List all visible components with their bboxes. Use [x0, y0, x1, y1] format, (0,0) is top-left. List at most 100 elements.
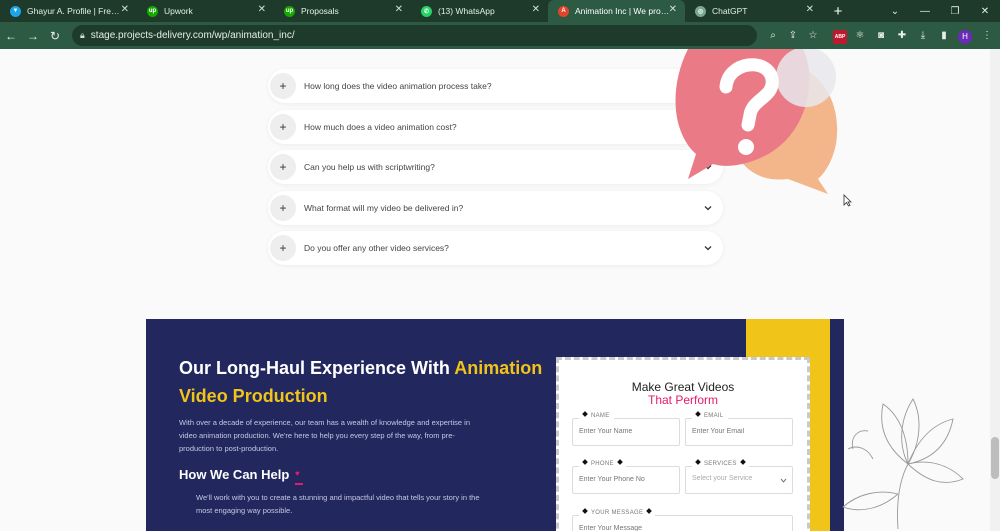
tab-favicon-icon: up — [147, 5, 158, 17]
browser-tab-strip: ▼Ghayur A. Profile | Freelancer✕upUpwork… — [0, 0, 1000, 22]
back-button[interactable]: ← — [0, 29, 22, 43]
tab-title: Upwork — [164, 6, 193, 16]
plus-icon[interactable]: + — [270, 194, 296, 221]
phone-input[interactable] — [579, 476, 674, 483]
browser-tab[interactable]: up Proposals ✕ — [274, 0, 411, 22]
name-input[interactable] — [579, 428, 674, 435]
scrollbar-thumb[interactable] — [991, 437, 999, 479]
question-bubble-illustration — [675, 49, 838, 194]
experience-title-plain: Our Long-Haul Experience With — [179, 358, 455, 378]
restore-button[interactable]: ❐ — [940, 6, 970, 17]
download-icon[interactable]: ⤓ — [916, 30, 930, 44]
browser-tab[interactable]: ◎ ChatGPT ✕ — [685, 0, 822, 22]
faq-question: Can you help us with scriptwriting? — [304, 162, 435, 172]
tab-title: Proposals — [301, 6, 339, 16]
form-title: Make Great Videos — [631, 380, 735, 394]
tab-title: (13) WhatsApp — [438, 6, 495, 16]
experience-section: Our Long-Haul Experience With Animation … — [146, 319, 844, 531]
browser-tab[interactable]: ✆ (13) WhatsApp ✕ — [411, 0, 548, 22]
tab-close-icon[interactable]: ✕ — [806, 4, 814, 15]
plus-icon[interactable]: + — [270, 73, 296, 99]
plus-icon[interactable]: + — [270, 154, 296, 180]
contact-form-card: Make Great Videos That Perform NAME EMAI… — [556, 357, 810, 531]
tab-list: ▼Ghayur A. Profile | Freelancer✕upUpwork… — [0, 0, 822, 22]
share-icon[interactable]: ⇪ — [786, 30, 800, 44]
browser-tab[interactable]: ▼ Ghayur A. Profile | Freelancer✕ — [0, 0, 137, 22]
faq-question: How long does the video animation proces… — [304, 81, 492, 91]
faq-item[interactable]: + Do you offer any other video services? — [268, 231, 723, 265]
phone-field: PHONE — [572, 459, 680, 494]
address-text: stage.projects-delivery.com/wp/animation… — [90, 30, 295, 41]
camera-extension-icon[interactable]: ◙ — [874, 30, 888, 44]
tab-title: ChatGPT — [712, 6, 748, 16]
tab-close-icon[interactable]: ✕ — [669, 4, 677, 15]
services-label: SERVICES — [692, 459, 749, 467]
browser-toolbar: ← → ↻ 🔒︎ stage.projects-delivery.com/wp/… — [0, 22, 1000, 49]
form-subtitle: That Perform — [647, 393, 719, 407]
new-tab-button[interactable]: + — [826, 3, 850, 20]
tab-favicon-icon: ◎ — [695, 5, 706, 17]
email-input[interactable] — [692, 428, 787, 435]
phone-label: PHONE — [579, 459, 626, 467]
plus-icon[interactable]: + — [270, 235, 296, 261]
plus-icon[interactable]: + — [270, 113, 296, 140]
flower-sketch-illustration — [842, 398, 964, 530]
tab-close-icon[interactable]: ✕ — [532, 4, 540, 15]
tab-close-icon[interactable]: ✕ — [395, 4, 403, 15]
close-window-button[interactable]: ✕ — [970, 6, 1000, 17]
minimize-button[interactable]: — — [910, 6, 940, 17]
browser-tab[interactable]: up Upwork ✕ — [137, 0, 274, 22]
tab-title: Ghayur A. Profile | Freelancer — [27, 6, 122, 16]
faq-item[interactable]: + How much does a video animation cost? — [268, 109, 723, 144]
mouse-cursor-icon — [843, 194, 852, 207]
faq-item[interactable]: + Can you help us with scriptwriting? — [268, 150, 723, 184]
address-bar[interactable]: 🔒︎ stage.projects-delivery.com/wp/animat… — [72, 25, 757, 46]
menu-kebab-icon[interactable]: ⋮ — [980, 30, 994, 44]
faq-question: Do you offer any other video services? — [304, 243, 449, 253]
faq-item[interactable]: + What format will my video be delivered … — [268, 190, 723, 225]
chevron-down-icon[interactable] — [703, 203, 713, 213]
bookmark-star-icon[interactable]: ☆ — [806, 30, 820, 44]
page-scrollbar[interactable] — [990, 49, 1000, 531]
services-selected-value: Select your Service — [692, 475, 753, 482]
tab-favicon-icon: A — [558, 5, 569, 17]
message-label: YOUR MESSAGE — [579, 508, 656, 516]
experience-title: Our Long-Haul Experience With Animation … — [179, 354, 549, 410]
forward-button[interactable]: → — [22, 29, 44, 43]
reload-button[interactable]: ↻ — [44, 29, 66, 43]
tab-search-icon[interactable]: ⌄ — [880, 6, 910, 17]
tab-favicon-icon: up — [284, 5, 295, 17]
chevron-down-icon — [780, 478, 787, 483]
help-title-underline — [295, 483, 303, 485]
email-field: EMAIL — [685, 411, 793, 446]
browser-tab[interactable]: A Animation Inc | We provide ✕ — [548, 0, 685, 22]
tab-title: Animation Inc | We provide — [575, 6, 670, 16]
email-label: EMAIL — [692, 411, 728, 419]
profile-avatar[interactable]: H — [958, 30, 972, 44]
help-title: How We Can Help — [179, 467, 290, 482]
faq-item[interactable]: + How long does the video animation proce… — [268, 69, 723, 103]
page-viewport: + How long does the video animation proce… — [0, 49, 1000, 531]
name-field: NAME — [572, 411, 680, 446]
side-panel-icon[interactable]: ▮ — [937, 30, 951, 44]
faq-question: How much does a video animation cost? — [304, 121, 457, 132]
services-select[interactable]: SERVICES Select your Service — [685, 459, 793, 494]
chevron-down-icon[interactable] — [703, 243, 713, 253]
message-field: YOUR MESSAGE — [572, 508, 793, 531]
react-extension-icon[interactable]: ⚛ — [853, 30, 867, 44]
message-input[interactable] — [579, 525, 779, 531]
faq-section: + How long does the video animation proce… — [0, 49, 1000, 319]
tab-close-icon[interactable]: ✕ — [258, 4, 266, 15]
faq-question: What format will my video be delivered i… — [304, 202, 464, 213]
experience-body: With over a decade of experience, our te… — [179, 418, 471, 453]
heart-icon: ♥ — [295, 469, 300, 478]
tab-close-icon[interactable]: ✕ — [121, 4, 129, 15]
zoom-icon[interactable]: ⌕ — [766, 30, 780, 44]
name-label: NAME — [579, 411, 614, 419]
tab-favicon-icon: ✆ — [421, 5, 432, 17]
adblock-extension-icon[interactable]: ABP — [833, 30, 847, 44]
extensions-puzzle-icon[interactable]: ✚ — [895, 30, 909, 44]
lock-icon: 🔒︎ — [80, 30, 85, 40]
window-controls: ⌄ — ❐ ✕ — [880, 0, 1000, 22]
tab-favicon-icon: ▼ — [10, 5, 21, 17]
